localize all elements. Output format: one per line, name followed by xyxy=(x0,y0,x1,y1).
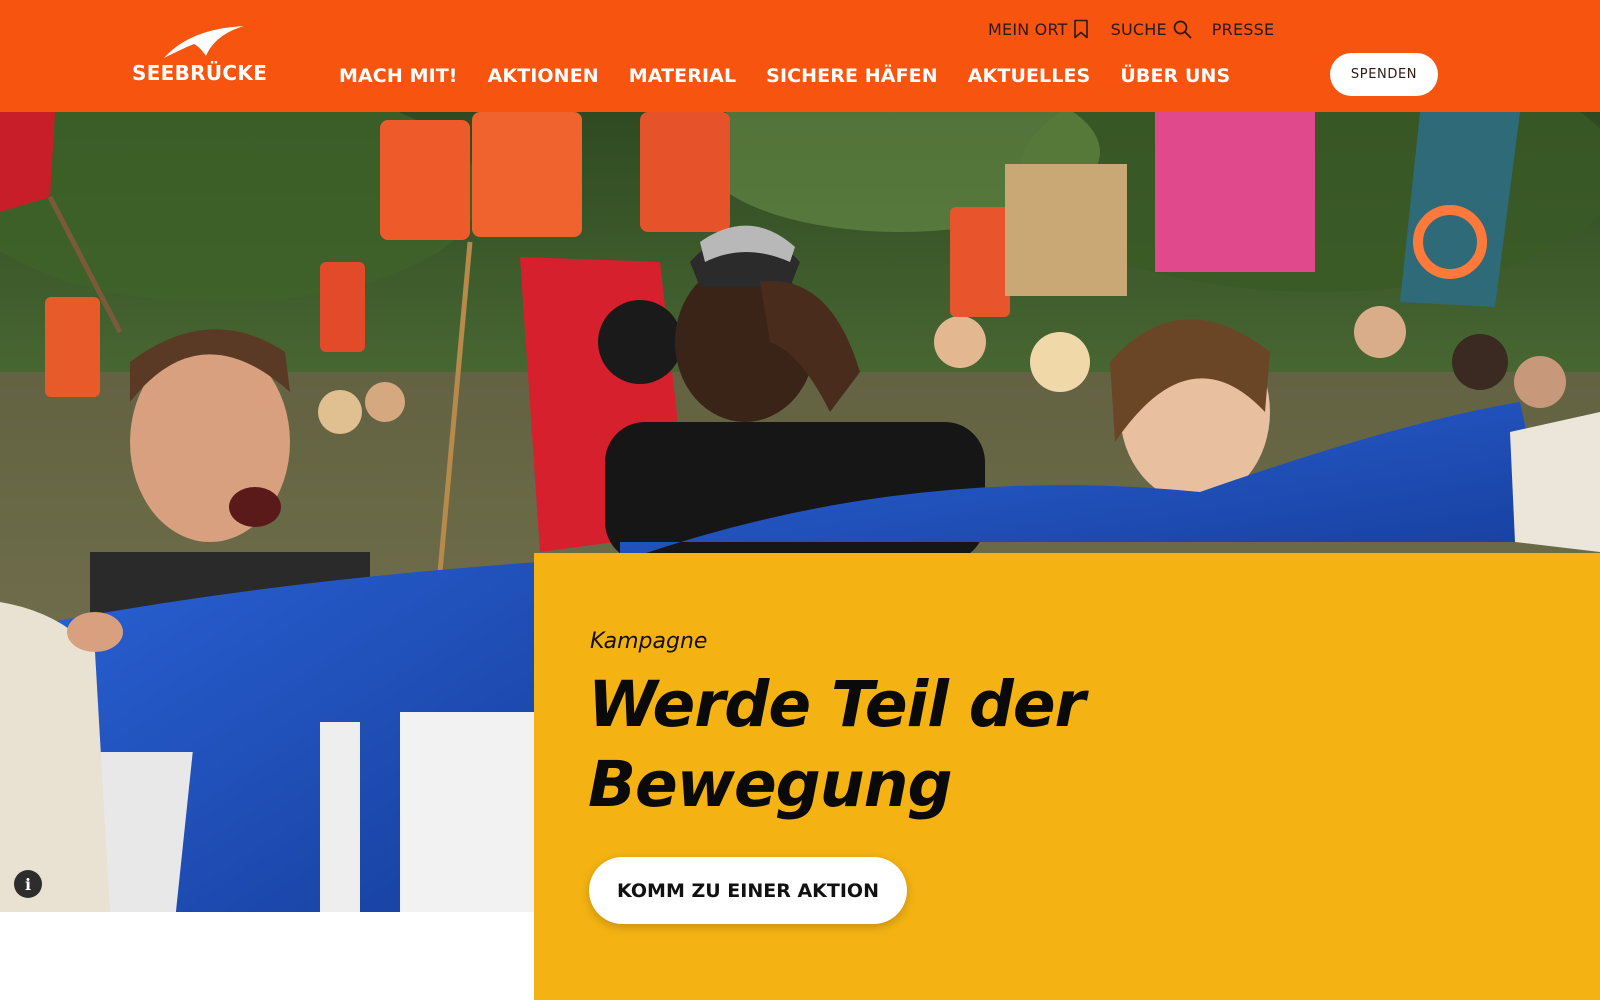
nav-item-mach-mit[interactable]: MACH MIT! xyxy=(339,65,458,87)
seebruecke-logo[interactable]: SEEBRÜCKE xyxy=(132,20,272,92)
logo-wordmark: SEEBRÜCKE xyxy=(132,61,268,85)
presse-link[interactable]: PRESSE xyxy=(1212,20,1275,39)
site-header: SEEBRÜCKE MEIN ORT SUCHE PRESSE MACH MIT… xyxy=(0,0,1600,112)
photo-info-button[interactable]: i xyxy=(14,870,42,898)
nav-item-material[interactable]: MATERIAL xyxy=(629,65,736,87)
utility-navigation: MEIN ORT SUCHE PRESSE xyxy=(988,17,1274,41)
nav-item-aktuelles[interactable]: AKTUELLES xyxy=(968,65,1091,87)
campaign-kicker: Kampagne xyxy=(590,629,708,654)
search-icon xyxy=(1173,20,1192,39)
donate-button[interactable]: SPENDEN xyxy=(1330,53,1438,96)
suche-link[interactable]: SUCHE xyxy=(1111,19,1192,39)
main-navigation: MACH MIT! AKTIONEN MATERIAL SICHERE HÄFE… xyxy=(339,62,1230,90)
headline-line-1: Werde Teil der xyxy=(588,668,1086,741)
nav-item-ueber-uns[interactable]: ÜBER UNS xyxy=(1120,65,1230,87)
join-action-button[interactable]: KOMM ZU EINER AKTION xyxy=(589,857,907,924)
headline-line-2: Bewegung xyxy=(588,748,953,821)
wave-logo-icon xyxy=(164,26,244,58)
mein-ort-label: MEIN ORT xyxy=(988,19,1068,39)
suche-label: SUCHE xyxy=(1110,19,1167,39)
campaign-teaser: Kampagne Werde Teil der Bewegung KOMM ZU… xyxy=(534,553,1600,1000)
nav-item-sichere-haefen[interactable]: SICHERE HÄFEN xyxy=(766,65,938,87)
campaign-headline: Werde Teil der Bewegung xyxy=(588,665,1148,825)
mein-ort-link[interactable]: MEIN ORT xyxy=(988,19,1089,39)
info-icon: i xyxy=(24,874,32,894)
bookmark-icon xyxy=(1073,19,1088,39)
nav-item-aktionen[interactable]: AKTIONEN xyxy=(488,65,599,87)
